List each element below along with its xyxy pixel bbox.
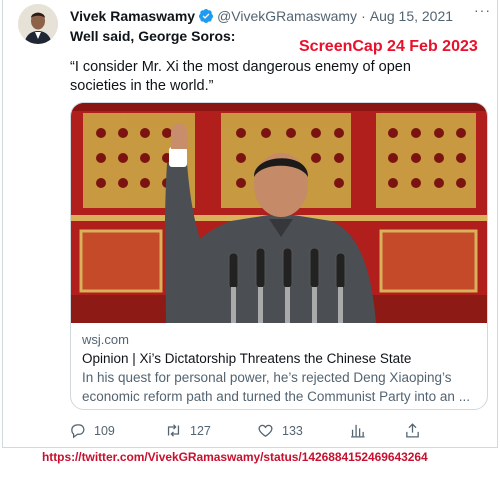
card-image <box>71 103 487 323</box>
tweet-header: Vivek Ramaswamy @VivekGRamaswamy · Aug 1… <box>70 6 487 26</box>
share-button[interactable] <box>404 422 429 439</box>
retweet-button[interactable]: 127 <box>165 422 211 439</box>
card-title[interactable]: Opinion | Xi’s Dictatorship Threatens th… <box>82 349 476 368</box>
like-button[interactable]: 133 <box>257 422 303 439</box>
card-domain: wsj.com <box>82 332 129 347</box>
more-options-icon[interactable]: ··· <box>474 2 491 18</box>
card-meta: wsj.com Opinion | Xi’s Dictatorship Thre… <box>82 331 476 406</box>
share-icon <box>406 423 419 438</box>
tweet-actions: 109 127 133 <box>69 422 429 442</box>
heart-icon <box>258 424 273 437</box>
screencap-watermark: ScreenCap 24 Feb 2023 <box>299 38 478 55</box>
reply-count: 109 <box>94 423 115 438</box>
link-preview-card[interactable]: wsj.com Opinion | Xi’s Dictatorship Thre… <box>70 102 488 410</box>
author-handle[interactable]: @VivekGRamaswamy <box>217 8 357 24</box>
retweet-count: 127 <box>190 423 211 438</box>
reply-icon <box>71 424 85 439</box>
retweet-icon <box>167 424 180 437</box>
tweet-quote: “I consider Mr. Xi the most dangerous en… <box>70 59 411 94</box>
reply-button[interactable]: 109 <box>69 422 115 439</box>
separator-dot: · <box>361 8 366 24</box>
tweet-text: Well said, George Soros: <box>70 28 236 44</box>
analytics-icon <box>351 424 365 438</box>
tweet-date[interactable]: Aug 15, 2021 <box>370 8 453 24</box>
author-name[interactable]: Vivek Ramaswamy <box>70 8 195 24</box>
like-count: 133 <box>282 423 303 438</box>
analytics-button[interactable] <box>349 422 374 439</box>
tweet-card[interactable]: Vivek Ramaswamy @VivekGRamaswamy · Aug 1… <box>2 0 498 448</box>
avatar[interactable] <box>18 4 58 44</box>
card-description: In his quest for personal power, he’s re… <box>82 370 470 404</box>
avatar-image <box>18 4 58 44</box>
source-url[interactable]: https://twitter.com/VivekGRamaswamy/stat… <box>42 450 428 464</box>
verified-badge-icon <box>199 9 214 23</box>
